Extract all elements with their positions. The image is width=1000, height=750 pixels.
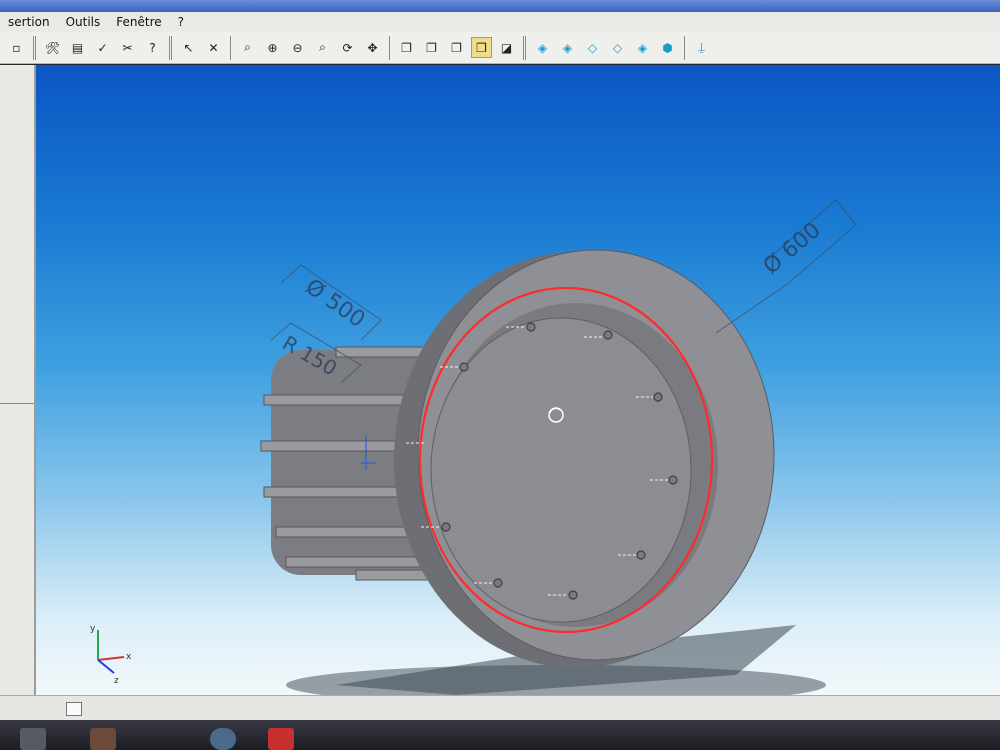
bolt-hole[interactable] <box>568 590 578 600</box>
view-top-icon[interactable]: ◪ <box>496 37 517 58</box>
book-icon[interactable]: ▤ <box>67 37 88 58</box>
measure-icon[interactable]: ✕ <box>203 37 224 58</box>
shaded-edges-icon[interactable]: ◈ <box>557 37 578 58</box>
toolbar-group-display: ◈ ◈ ◇ ◇ ◈ ⬢ <box>530 35 680 61</box>
bolt-hole[interactable] <box>653 392 663 402</box>
zoom-in-icon[interactable]: ⊕ <box>262 37 283 58</box>
os-taskbar <box>0 720 1000 750</box>
bolt-hole[interactable] <box>668 475 678 485</box>
toolbar-group-select: ↖ ✕ <box>176 35 226 61</box>
menu-bar: sertion Outils Fenêtre ? <box>0 12 1000 32</box>
menu-help[interactable]: ? <box>170 15 192 29</box>
render-icon[interactable]: ⍊ <box>691 37 712 58</box>
bolt-hole[interactable] <box>526 322 536 332</box>
toolbar-group-utilities: 🛠 ▤ ✓ ✂ ? <box>40 35 165 61</box>
menu-outils[interactable]: Outils <box>58 15 109 29</box>
toolbar-separator <box>684 35 685 60</box>
toolbar-separator <box>230 35 231 60</box>
status-indicator[interactable] <box>66 702 82 716</box>
toolbar-group-render: ⍊ <box>689 35 714 61</box>
check-icon[interactable]: ✓ <box>92 37 113 58</box>
status-bar <box>0 695 1000 721</box>
bolt-hole[interactable] <box>493 578 503 588</box>
rotate-icon[interactable]: ⟳ <box>337 37 358 58</box>
wireframe-icon[interactable]: ◇ <box>582 37 603 58</box>
toolbar: ▫ 🛠 ▤ ✓ ✂ ? ↖ ✕ ⌕ ⊕ ⊖ ⌕ ⟳ ✥ ❐ ❐ ❐ ❒ ◪ ◈ … <box>0 32 1000 64</box>
taskbar-app-icon[interactable] <box>20 728 46 750</box>
toolbar-group-zoom: ⌕ ⊕ ⊖ ⌕ ⟳ ✥ <box>235 35 385 61</box>
taskbar-browser-icon[interactable] <box>210 728 236 750</box>
dimension-outer-diameter[interactable]: Ø 600 <box>759 218 826 280</box>
cube-icon[interactable]: ⬢ <box>657 37 678 58</box>
toolbar-separator <box>33 35 36 60</box>
shaded-icon[interactable]: ◈ <box>532 37 553 58</box>
bolt-hole[interactable] <box>603 330 613 340</box>
toolbar-separator <box>523 35 526 60</box>
zoom-window-icon[interactable]: ⌕ <box>312 37 333 58</box>
toolbar-group-views: ❐ ❐ ❐ ❒ ◪ <box>394 35 519 61</box>
view-left-icon[interactable]: ❐ <box>446 37 467 58</box>
pointer-icon[interactable]: ↖ <box>178 37 199 58</box>
menu-insertion[interactable]: sertion <box>0 15 58 29</box>
section-icon[interactable]: ◈ <box>632 37 653 58</box>
x-axis-icon <box>97 656 125 661</box>
tools-icon[interactable]: ✂ <box>117 37 138 58</box>
zoom-icon[interactable]: ⌕ <box>237 37 258 58</box>
axis-label-y: y <box>90 624 96 634</box>
pan-icon[interactable]: ✥ <box>362 37 383 58</box>
toolbar-separator <box>169 35 172 60</box>
feature-tree-panel[interactable] <box>0 65 36 705</box>
axis-triad: y x z <box>90 624 132 686</box>
taskbar-solidworks-icon[interactable] <box>268 728 294 750</box>
bolt-hole[interactable] <box>441 522 451 532</box>
menu-fenetre[interactable]: Fenêtre <box>108 15 169 29</box>
help-icon[interactable]: ? <box>142 37 163 58</box>
axis-label-z: z <box>114 676 119 686</box>
taskbar-app-icon[interactable] <box>90 728 116 750</box>
view-iso-icon[interactable]: ❒ <box>471 37 492 58</box>
model-canvas: Ø 500 R 150 Ø 600 y x z <box>90 199 857 695</box>
flange-recess-floor <box>430 317 692 623</box>
view-back-icon[interactable]: ❐ <box>421 37 442 58</box>
hidden-lines-icon[interactable]: ◇ <box>607 37 628 58</box>
z-axis-icon <box>97 659 115 674</box>
wrench-icon[interactable]: 🛠 <box>42 37 63 58</box>
toolbar-separator <box>389 35 390 60</box>
title-bar <box>0 0 1000 12</box>
toolbar-overflow-icon[interactable]: ▫ <box>6 37 27 58</box>
panel-divider <box>0 403 34 404</box>
dimension-inner-diameter[interactable]: Ø 500 <box>301 274 370 333</box>
3d-viewport[interactable]: Ø 500 R 150 Ø 600 y x z <box>36 65 1000 695</box>
zoom-out-icon[interactable]: ⊖ <box>287 37 308 58</box>
axis-label-x: x <box>126 652 132 662</box>
bolt-hole[interactable] <box>636 550 646 560</box>
bolt-hole[interactable] <box>459 362 469 372</box>
view-front-icon[interactable]: ❐ <box>396 37 417 58</box>
